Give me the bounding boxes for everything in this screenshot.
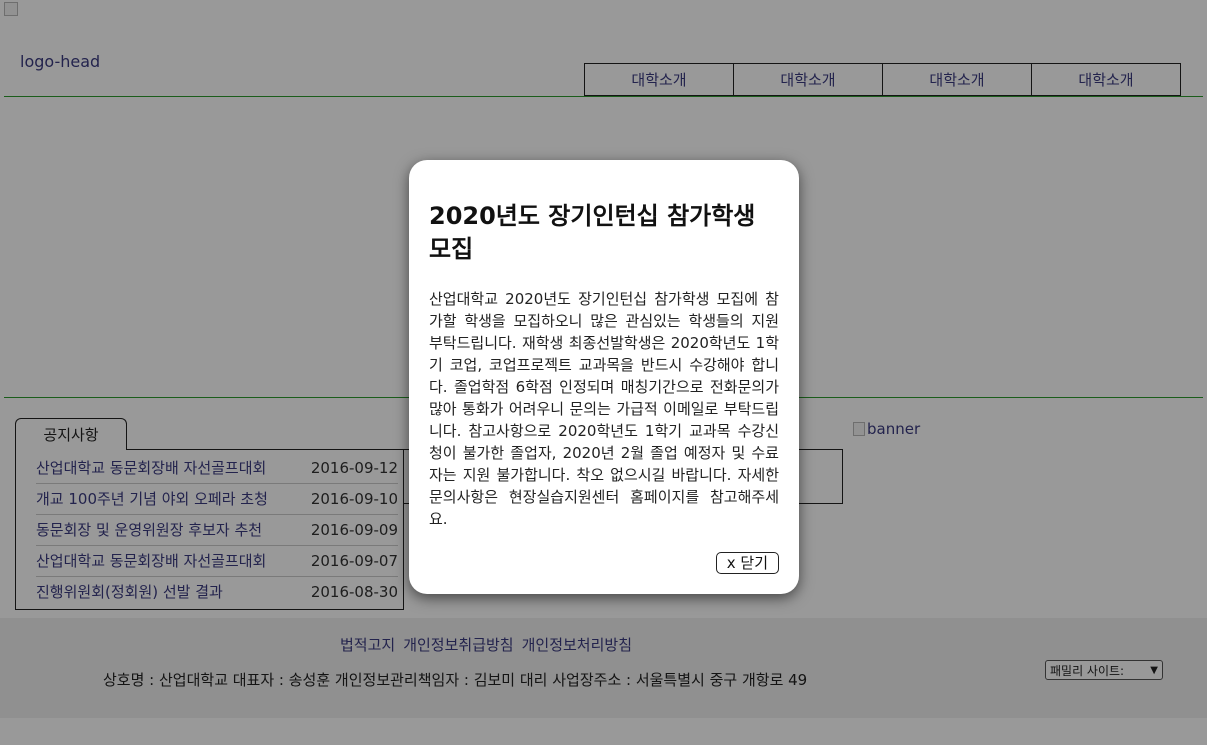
modal-body: 산업대학교 2020년도 장기인턴십 참가학생 모집에 참가할 학생을 모집하오…	[429, 290, 779, 528]
notice-modal: 2020년도 장기인턴십 참가학생 모집 산업대학교 2020년도 장기인턴십 …	[409, 160, 799, 594]
modal-title: 2020년도 장기인턴십 참가학생 모집	[429, 202, 756, 263]
close-button[interactable]: x 닫기	[715, 552, 779, 574]
